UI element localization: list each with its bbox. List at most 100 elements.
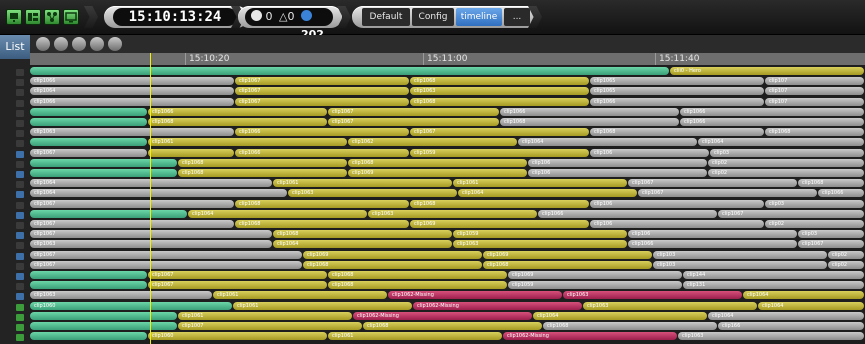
timeline-clip[interactable]: clip1061	[178, 312, 352, 320]
timeline-clip[interactable]: clip03	[798, 230, 864, 238]
timeline-clip[interactable]: clip1068	[765, 128, 864, 136]
timeline-clip[interactable]: clip1068	[235, 220, 409, 228]
row-icon[interactable]	[16, 161, 24, 168]
add-icon[interactable]	[90, 37, 104, 51]
timeline-clip[interactable]: clip1064	[30, 87, 234, 95]
timeline-clip[interactable]: clip1062	[348, 138, 517, 146]
timeline-clip[interactable]: clip106	[528, 159, 707, 167]
timeline-clip[interactable]: clip1067	[628, 179, 797, 187]
timeline-clip[interactable]: clip1066	[590, 98, 764, 106]
row-icon[interactable]	[16, 89, 24, 96]
network-icon[interactable]	[44, 9, 60, 25]
timeline-clip[interactable]	[148, 149, 234, 157]
timeline-clip[interactable]: clip1069	[348, 169, 527, 177]
timeline-clip[interactable]	[30, 118, 147, 126]
ok-status[interactable]: 0	[251, 8, 273, 26]
timeline-clip[interactable]: clip1063	[30, 240, 272, 248]
timeline-clip[interactable]: clip1068	[410, 77, 589, 85]
time-ruler[interactable]: 15:10:20 15:11:00 15:11:40	[30, 53, 865, 65]
timeline-clip[interactable]: clip1066	[235, 149, 409, 157]
timeline-clip[interactable]: clip1068	[363, 322, 542, 330]
timeline-clip[interactable]: clip1067	[328, 118, 499, 126]
timeline-clip[interactable]: clip1064	[698, 138, 864, 146]
timeline-clip[interactable]: clip1068	[273, 230, 452, 238]
timeline-clip[interactable]: clip1066	[500, 108, 679, 116]
timeline-clip[interactable]: clip1067	[30, 220, 234, 228]
timeline-clip[interactable]: clip1067	[30, 200, 234, 208]
tab-timeline[interactable]: timeline	[456, 8, 502, 26]
timeline-clip[interactable]: clip1061	[273, 179, 452, 187]
timeline-clip[interactable]: clip1067	[410, 128, 589, 136]
timeline-clip[interactable]: clip1064	[30, 179, 272, 187]
row-icon[interactable]	[16, 232, 24, 239]
timeline-clip[interactable]: clip107	[765, 98, 864, 106]
timeline-clip[interactable]: clip1067	[30, 261, 302, 269]
remove-icon[interactable]	[108, 37, 122, 51]
timeline-clip[interactable]: clip1064	[30, 189, 287, 197]
row-icon[interactable]	[16, 69, 24, 76]
timeline-clip[interactable]	[30, 138, 147, 146]
timeline-clip[interactable]: clip1067	[148, 281, 327, 289]
timeline-clip[interactable]: clip1066	[30, 98, 234, 106]
timeline-clip[interactable]: clip03	[710, 149, 864, 157]
row-icon[interactable]	[16, 314, 24, 321]
timeline-clip[interactable]: clip1067	[30, 251, 302, 259]
timeline-clip[interactable]: clip1064	[758, 302, 864, 310]
timeline-clip[interactable]: clip1066	[30, 77, 234, 85]
timeline-clip[interactable]: clip1062-Missing	[353, 312, 532, 320]
timeline-clip[interactable]: clip1061	[148, 138, 347, 146]
timeline-clip[interactable]: clip1061	[328, 332, 502, 340]
timeline-clip[interactable]: clip1067	[798, 240, 864, 248]
timeline-clip[interactable]: clip02	[828, 261, 864, 269]
timeline-clip[interactable]: clip1066	[680, 118, 864, 126]
timeline-clip[interactable]	[30, 159, 177, 167]
timeline-clip[interactable]: clip1068	[410, 200, 589, 208]
home-icon[interactable]	[72, 37, 86, 51]
timeline-clip[interactable]: clip1066	[538, 210, 717, 218]
timeline-clip[interactable]: clip1064	[518, 138, 697, 146]
timeline-clip[interactable]: clip1068	[148, 118, 327, 126]
timeline-clip[interactable]: clip1068	[798, 179, 864, 187]
timeline-clip[interactable]: clip1068	[483, 261, 652, 269]
timeline-clip[interactable]: clip02	[765, 220, 864, 228]
timeline-clip[interactable]	[30, 322, 177, 330]
timeline-clip[interactable]: clip1063	[453, 240, 627, 248]
timeline-clip[interactable]	[30, 271, 147, 279]
timeline-clip[interactable]	[30, 332, 147, 340]
timeline-clip[interactable]: clip1064	[708, 312, 864, 320]
timeline-clip[interactable]: clip02	[708, 169, 864, 177]
timeline-clip[interactable]: clip02	[708, 159, 864, 167]
timeline-clip[interactable]: clip1059	[410, 149, 589, 157]
timeline-clip[interactable]: clip1068	[410, 98, 589, 106]
timeline-clip[interactable]: clip1069	[410, 220, 589, 228]
tab-more[interactable]: ...	[504, 8, 530, 26]
timeline-clip[interactable]: clip1063	[368, 210, 537, 218]
row-icon[interactable]	[16, 181, 24, 188]
timeline-clip[interactable]: clip1067	[235, 87, 409, 95]
timeline-clip[interactable]: clip1065	[590, 87, 764, 95]
timeline-clip[interactable]: clip02	[828, 251, 864, 259]
row-icon[interactable]	[16, 202, 24, 209]
timeline-clip[interactable]: clip1060	[30, 302, 232, 310]
row-icon[interactable]	[16, 253, 24, 260]
timeline-clip[interactable]: clip144	[683, 271, 864, 279]
timeline-clip[interactable]: clip1068	[328, 271, 507, 279]
timeline-clip[interactable]: clip1066	[818, 189, 864, 197]
timeline-clip[interactable]: clip1062-Missing	[413, 302, 582, 310]
timeline-clip[interactable]: clip1063	[410, 87, 589, 95]
timeline-clip[interactable]: clip1068	[235, 200, 409, 208]
timeline-clip[interactable]: clip1068	[348, 159, 527, 167]
playhead[interactable]	[150, 53, 151, 344]
timeline-clip[interactable]: clip1063	[563, 291, 742, 299]
timeline-clip[interactable]: clip1064	[188, 210, 367, 218]
timeline-clip[interactable]: clip1063	[288, 189, 457, 197]
timeline-clip[interactable]: clip1067	[638, 189, 817, 197]
play-icon[interactable]	[54, 37, 68, 51]
timeline-clip[interactable]: clip1069	[483, 251, 652, 259]
display-icon[interactable]	[63, 9, 79, 25]
list-button[interactable]: List	[0, 35, 30, 59]
row-icon[interactable]	[16, 222, 24, 229]
timeline-clip[interactable]: clip1062-Missing	[503, 332, 677, 340]
timeline-clip[interactable]: clip1063	[678, 332, 864, 340]
timeline-clip[interactable]	[30, 312, 177, 320]
